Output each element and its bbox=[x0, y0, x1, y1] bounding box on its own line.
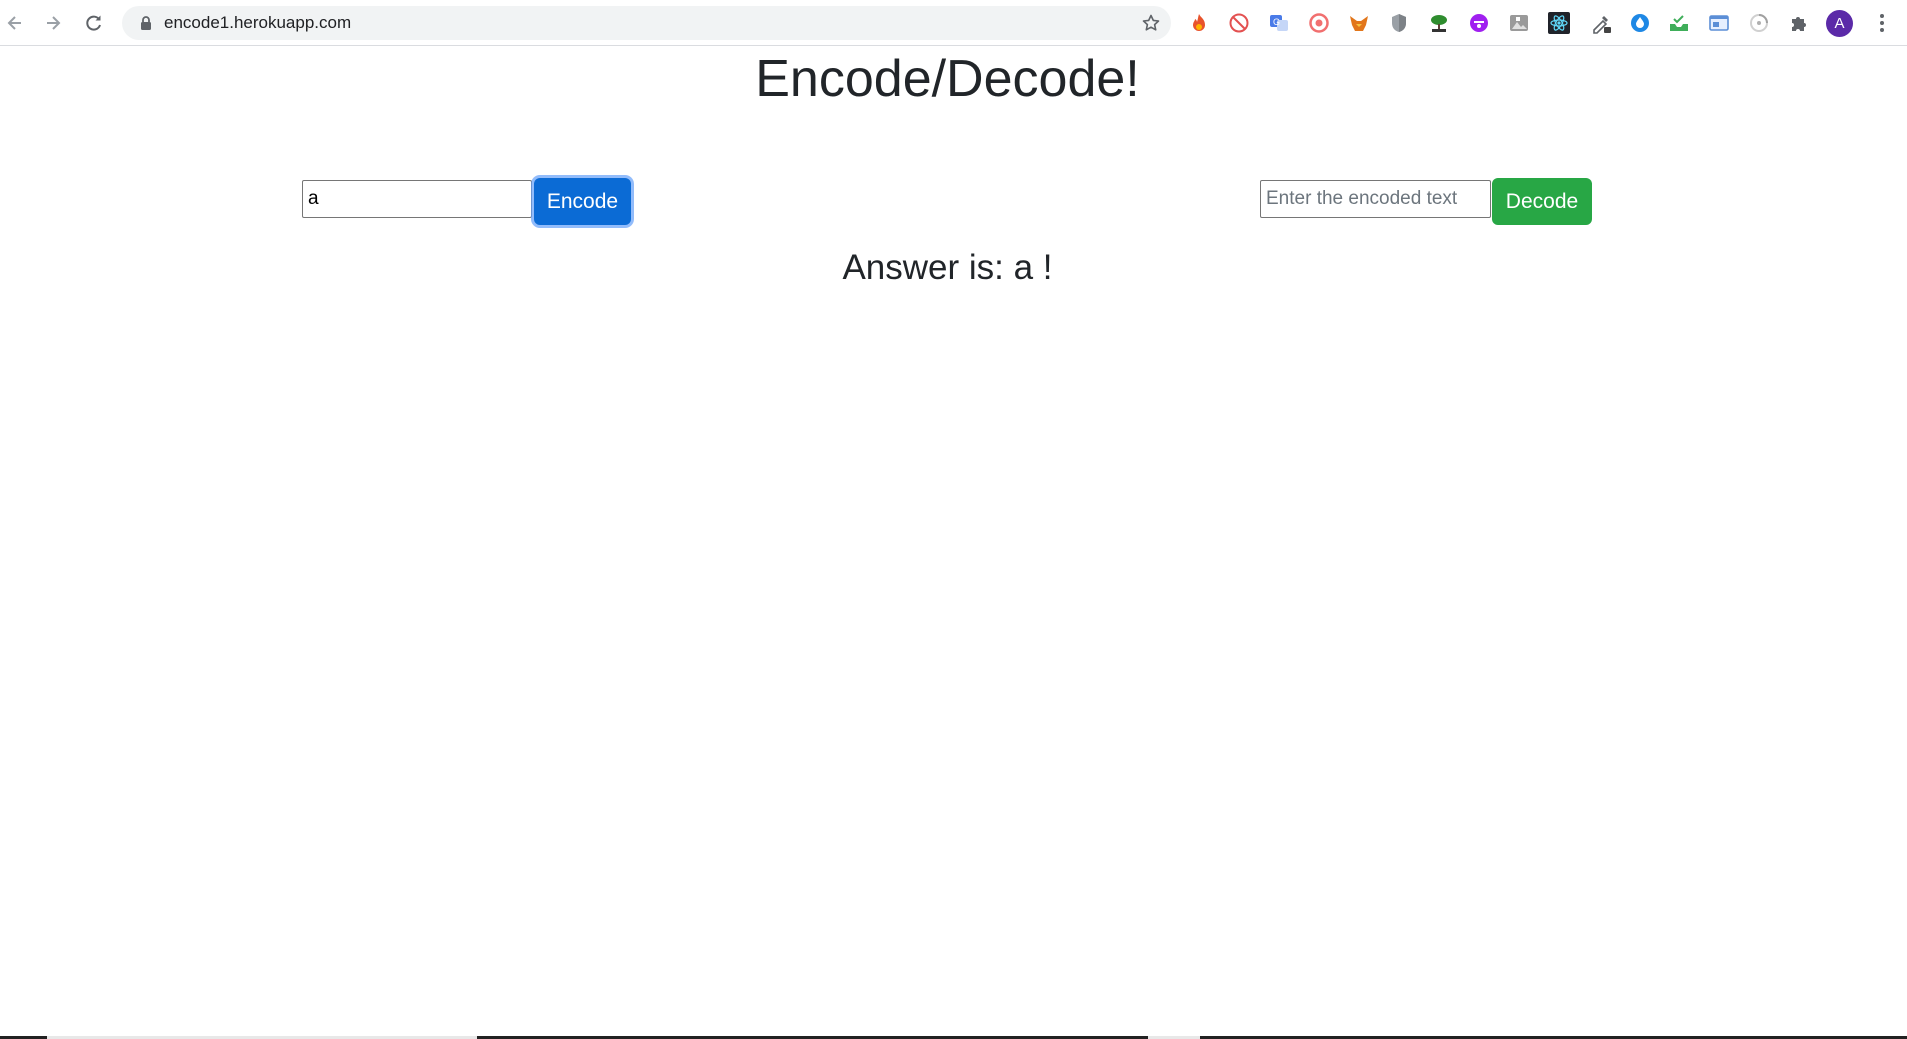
more-menu-icon[interactable] bbox=[1872, 12, 1892, 34]
svg-text:G: G bbox=[1273, 17, 1280, 27]
puzzle-icon[interactable] bbox=[1788, 12, 1810, 34]
url-text: encode1.herokuapp.com bbox=[164, 13, 352, 32]
reload-icon bbox=[86, 15, 101, 31]
eyedropper-icon[interactable] bbox=[1590, 12, 1612, 34]
page-title: Encode/Decode! bbox=[755, 50, 1140, 108]
browser-toolbar: encode1.herokuapp.com G A bbox=[0, 0, 1907, 46]
back-button[interactable] bbox=[0, 8, 30, 38]
forward-button[interactable] bbox=[38, 8, 68, 38]
encode-button[interactable]: Encode bbox=[534, 178, 631, 225]
decode-button[interactable]: Decode bbox=[1492, 178, 1592, 225]
check-tray-icon[interactable] bbox=[1668, 12, 1690, 34]
encode-input[interactable] bbox=[302, 180, 532, 218]
window-icon[interactable] bbox=[1708, 12, 1730, 34]
decode-input[interactable] bbox=[1260, 180, 1491, 218]
photo-icon[interactable] bbox=[1508, 12, 1530, 34]
spinner-icon[interactable] bbox=[1748, 12, 1770, 34]
answer-text: Answer is: a ! bbox=[842, 248, 1053, 287]
address-bar[interactable]: encode1.herokuapp.com bbox=[122, 6, 1171, 40]
react-icon[interactable] bbox=[1548, 12, 1570, 34]
bookmark-star-icon[interactable] bbox=[1141, 13, 1161, 33]
fox-icon[interactable] bbox=[1348, 12, 1370, 34]
shield-icon[interactable] bbox=[1388, 12, 1410, 34]
translate-icon[interactable]: G bbox=[1268, 12, 1290, 34]
tree-icon[interactable] bbox=[1428, 12, 1450, 34]
fire-icon[interactable] bbox=[1188, 12, 1210, 34]
arrow-right-icon bbox=[47, 16, 61, 30]
no-sign-icon[interactable] bbox=[1228, 12, 1250, 34]
lock-icon bbox=[141, 16, 151, 30]
reload-button[interactable] bbox=[79, 8, 109, 38]
emoji-icon[interactable] bbox=[1468, 12, 1490, 34]
arrow-left-icon bbox=[7, 16, 21, 30]
profile-avatar[interactable]: A bbox=[1826, 10, 1853, 37]
circle-badge-icon[interactable] bbox=[1308, 12, 1330, 34]
drop-icon[interactable] bbox=[1629, 12, 1651, 34]
